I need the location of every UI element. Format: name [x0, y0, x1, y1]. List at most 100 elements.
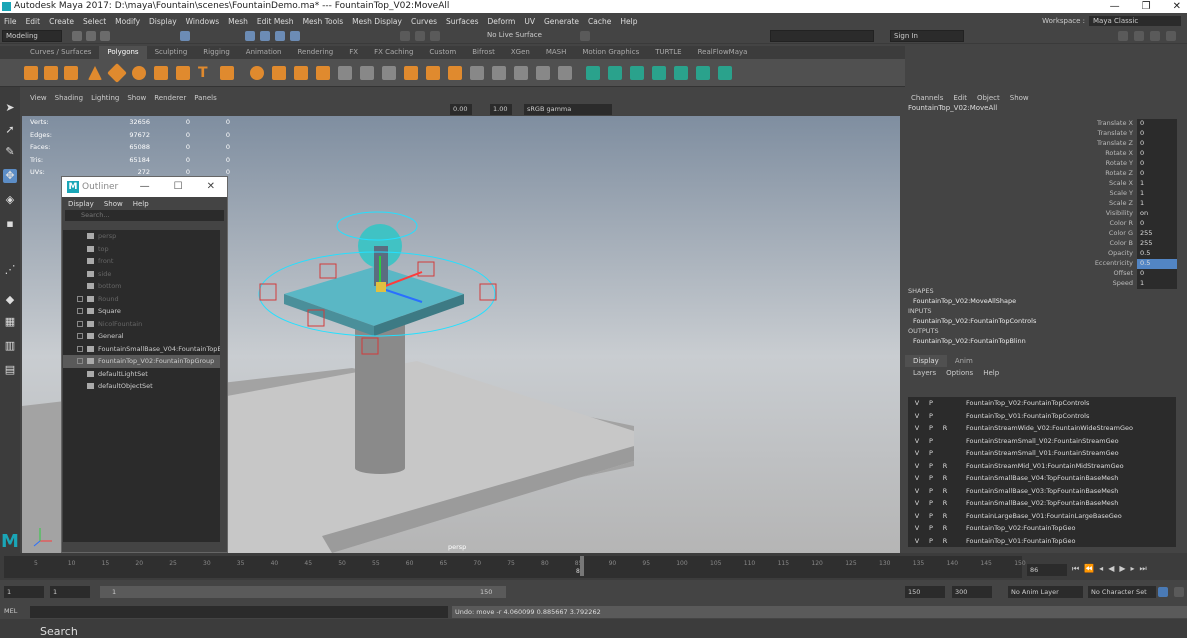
menu-select[interactable]: Select — [83, 17, 106, 26]
poly-type-icon[interactable]: T — [198, 66, 212, 80]
layer-row[interactable]: V P R FountainStreamMid_V01:FountainMidStre… — [908, 460, 1176, 473]
layer-visibility-toggle[interactable]: V — [912, 522, 922, 535]
playback-start-field[interactable]: 1 — [50, 586, 90, 598]
menu-windows[interactable]: Windows — [186, 17, 219, 26]
shelf-tab-custom[interactable]: Custom — [421, 46, 464, 59]
expand-toggle-icon[interactable] — [77, 358, 83, 364]
layer-row[interactable]: V P FountainStreamSmall_V01:FountainStream… — [908, 447, 1176, 460]
outliner-item[interactable]: defaultLightSet — [63, 368, 220, 381]
mirror-icon[interactable] — [338, 66, 352, 80]
layer-playback-toggle[interactable]: P — [926, 422, 936, 435]
shelf-tab-xgen[interactable]: XGen — [503, 46, 538, 59]
channel-attribute-row[interactable]: Visibility on — [1045, 209, 1177, 219]
input-output-icon[interactable] — [580, 31, 590, 41]
layer-playback-toggle[interactable]: P — [926, 460, 936, 473]
channel-box-menu-show[interactable]: Show — [1010, 94, 1029, 102]
layer-row[interactable]: V P R FountainTop_V01:FountainTopGeo — [908, 535, 1176, 548]
channel-attribute-value[interactable]: 0.5 — [1137, 249, 1177, 259]
channel-attribute-row[interactable]: Rotate Z 0 — [1045, 169, 1177, 179]
layer-visibility-toggle[interactable]: V — [912, 435, 922, 448]
time-ruler[interactable]: 5 10 15 20 25 30 35 40 45 50 55 60 65 70 75 80 85 90 95 100… — [4, 556, 1026, 578]
channel-attribute-row[interactable]: Scale X 1 — [1045, 179, 1177, 189]
mel-label[interactable]: MEL — [4, 607, 17, 615]
minimize-button[interactable]: — — [1110, 0, 1120, 13]
output-node[interactable]: FountainTop_V02:FountainTopBlinn — [913, 337, 1026, 345]
gamma-field[interactable]: 1.00 — [490, 104, 512, 115]
target-weld-icon[interactable] — [558, 66, 572, 80]
snap-point-icon[interactable] — [275, 31, 285, 41]
channel-attribute-row[interactable]: Color R 0 — [1045, 219, 1177, 229]
layer-playback-toggle[interactable]: P — [926, 410, 936, 423]
channel-attribute-value[interactable]: 0.5 — [1137, 259, 1177, 269]
layer-reference-toggle[interactable]: R — [940, 472, 950, 485]
layer-visibility-toggle[interactable]: V — [912, 422, 922, 435]
outliner-item[interactable]: front — [63, 255, 220, 268]
channel-attribute-row[interactable]: Speed 1 — [1045, 279, 1177, 289]
menu-create[interactable]: Create — [49, 17, 74, 26]
exposure-field[interactable]: 0.00 — [450, 104, 472, 115]
go-to-end-icon[interactable]: ⏭ — [1140, 564, 1147, 574]
viewport-menu-renderer[interactable]: Renderer — [154, 94, 186, 102]
snap-view-icon[interactable] — [290, 31, 300, 41]
channel-attribute-value[interactable]: 0 — [1137, 219, 1177, 229]
render-settings-icon[interactable] — [430, 31, 440, 41]
rotate-tool-icon[interactable]: ◈ — [3, 193, 17, 207]
layer-playback-toggle[interactable]: P — [926, 397, 936, 410]
extrude-icon[interactable] — [448, 66, 462, 80]
layer-playback-toggle[interactable]: P — [926, 535, 936, 548]
shelf-tab-fx[interactable]: FX — [341, 46, 366, 59]
menu-help[interactable]: Help — [620, 17, 637, 26]
layer-visibility-toggle[interactable]: V — [912, 510, 922, 523]
viewport-menu-lighting[interactable]: Lighting — [91, 94, 119, 102]
bevel-icon[interactable] — [492, 66, 506, 80]
channel-attribute-value[interactable]: 1 — [1137, 189, 1177, 199]
layer-row[interactable]: V P FountainTop_V01:FountainTopControls — [908, 410, 1176, 423]
expand-toggle-icon[interactable] — [77, 308, 83, 314]
channel-attribute-row[interactable]: Offset 0 — [1045, 269, 1177, 279]
expand-toggle-icon[interactable] — [77, 333, 83, 339]
channel-attribute-value[interactable]: 1 — [1137, 199, 1177, 209]
outliner-menu-help[interactable]: Help — [133, 200, 149, 208]
layer-reference-toggle[interactable]: R — [940, 460, 950, 473]
playback-end-field[interactable]: 150 — [905, 586, 945, 598]
separate-icon[interactable] — [272, 66, 286, 80]
channel-attribute-value[interactable]: 0 — [1137, 159, 1177, 169]
poly-sphere-icon[interactable] — [24, 66, 38, 80]
outliner-item[interactable]: bottom — [63, 280, 220, 293]
layer-visibility-toggle[interactable]: V — [912, 497, 922, 510]
snap-grid-icon[interactable] — [245, 31, 255, 41]
snap-curve-icon[interactable] — [260, 31, 270, 41]
channel-attribute-value[interactable]: 0 — [1137, 169, 1177, 179]
outliner-item[interactable]: Square — [63, 305, 220, 318]
menu-deform[interactable]: Deform — [487, 17, 515, 26]
outliner-item[interactable]: top — [63, 243, 220, 256]
outliner-search-input[interactable]: Search... — [65, 210, 224, 221]
command-input[interactable] — [30, 606, 448, 618]
channel-attribute-row[interactable]: Rotate X 0 — [1045, 149, 1177, 159]
channel-attribute-row[interactable]: Translate Z 0 — [1045, 139, 1177, 149]
layer-reference-toggle[interactable]: R — [940, 497, 950, 510]
bridge-icon[interactable] — [470, 66, 484, 80]
character-set-dropdown[interactable]: No Character Set — [1088, 586, 1156, 598]
four-view-icon[interactable]: ▦ — [3, 315, 17, 329]
outliner-item[interactable]: NicolFountain — [63, 318, 220, 331]
channel-attribute-row[interactable]: Eccentricity 0.5 — [1045, 259, 1177, 269]
outliner-item[interactable]: side — [63, 268, 220, 281]
layer-visibility-toggle[interactable]: V — [912, 410, 922, 423]
step-forward-icon[interactable]: ▸ — [1131, 564, 1135, 574]
shelf-tab-sculpting[interactable]: Sculpting — [147, 46, 196, 59]
outliner-item[interactable]: Round — [63, 293, 220, 306]
layer-playback-toggle[interactable]: P — [926, 510, 936, 523]
layer-playback-toggle[interactable]: P — [926, 522, 936, 535]
fill-hole-icon[interactable] — [382, 66, 396, 80]
poly-torus-icon[interactable] — [132, 66, 146, 80]
channel-box-menu-object[interactable]: Object — [977, 94, 1000, 102]
menu-surfaces[interactable]: Surfaces — [446, 17, 478, 26]
menu-generate[interactable]: Generate — [544, 17, 579, 26]
layer-tab-anim[interactable]: Anim — [947, 355, 981, 367]
smooth-icon[interactable] — [294, 66, 308, 80]
shape-node[interactable]: FountainTop_V02:MoveAllShape — [913, 297, 1016, 305]
scale-tool-icon[interactable]: ▪ — [3, 217, 17, 231]
channel-attribute-value[interactable]: 0 — [1137, 269, 1177, 279]
spherical-uv-icon[interactable] — [630, 66, 644, 80]
